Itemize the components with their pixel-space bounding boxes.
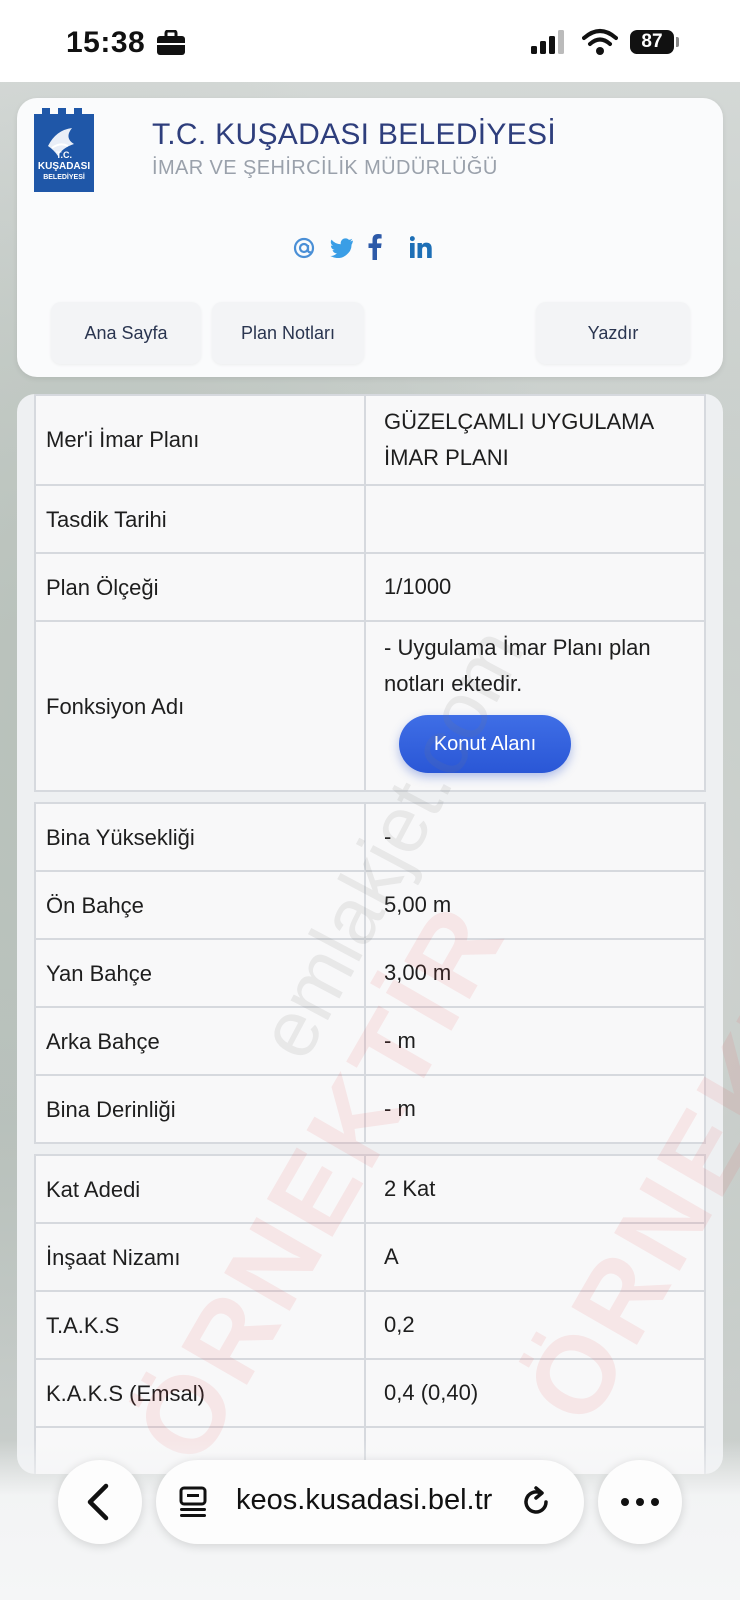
page-menu-icon[interactable] (178, 1486, 208, 1518)
briefcase-icon (157, 30, 185, 55)
row-value-line: İMAR PLANI (384, 445, 509, 470)
row-label: T.A.K.S (46, 1313, 120, 1338)
signal-icon (531, 30, 564, 54)
table-row: Yan Bahçe 3,00 m (34, 938, 706, 1008)
address-bar[interactable]: keos.kusadasi.bel.tr (156, 1460, 584, 1544)
row-label: Kat Adedi (46, 1177, 141, 1202)
row-label: Tasdik Tarihi (46, 507, 167, 532)
wifi-icon (582, 29, 618, 55)
row-label: Yan Bahçe (46, 961, 153, 986)
row-value: 2 Kat (384, 1176, 436, 1201)
row-label: Bina Yüksekliği (46, 825, 195, 850)
row-value: 0,4 (0,40) (384, 1380, 479, 1405)
row-label: Arka Bahçe (46, 1029, 160, 1054)
content-card: Mer'i İmar Planı GÜZELÇAMLI UYGULAMA İMA… (17, 394, 723, 1474)
column-divider (364, 1224, 366, 1290)
logo-text-line-2: KUŞADASI (37, 161, 91, 172)
row-value-line: notları ektedir. (384, 671, 523, 696)
back-button[interactable] (58, 1460, 142, 1544)
row-value: 0,2 (384, 1312, 415, 1337)
plan-notes-nav-button[interactable]: Plan Notları (212, 302, 364, 364)
table-row: İnşaat Nizamı A (34, 1222, 706, 1292)
row-value: 3,00 m (384, 960, 452, 985)
row-label: Bina Derinliği (46, 1097, 176, 1122)
column-divider (364, 1292, 366, 1358)
logo-text-line-1: T.C. (55, 150, 72, 160)
reload-icon[interactable] (520, 1486, 552, 1518)
row-value: 5,00 m (384, 892, 452, 917)
linkedin-icon[interactable] (410, 236, 432, 258)
more-options-button[interactable] (598, 1460, 682, 1544)
facebook-icon[interactable] (368, 234, 382, 260)
status-bar: 15:38 87 (0, 0, 740, 82)
table-row: Kat Adedi 2 Kat (34, 1154, 706, 1224)
row-value-line: - Uygulama İmar Planı plan (384, 635, 651, 660)
org-name: T.C. KUŞADASI BELEDİYESİ (152, 118, 556, 151)
row-label: Plan Ölçeği (46, 575, 159, 600)
row-value-line: GÜZELÇAMLI UYGULAMA (384, 409, 655, 434)
home-nav-button[interactable]: Ana Sayfa (51, 302, 201, 364)
chevron-left-icon (87, 1483, 109, 1521)
ellipsis-icon (621, 1498, 659, 1506)
org-subtitle: İMAR VE ŞEHİRCİLİK MÜDÜRLÜĞÜ (152, 157, 498, 179)
logo-text: T.C. KUŞADASI BELEDİYESİ (34, 150, 94, 183)
table-row: T.A.K.S 0,2 (34, 1290, 706, 1360)
row-label: K.A.K.S (Emsal) (46, 1381, 205, 1406)
column-divider (364, 554, 366, 620)
row-value: GÜZELÇAMLI UYGULAMA İMAR PLANI (384, 404, 694, 476)
battery-indicator: 87 (630, 30, 674, 54)
column-divider (364, 940, 366, 1006)
row-label: Mer'i İmar Planı (46, 427, 200, 452)
column-divider (364, 622, 366, 790)
battery-tip (676, 37, 679, 47)
column-divider (364, 872, 366, 938)
url-text: keos.kusadasi.bel.tr (236, 1484, 493, 1516)
row-label: Ön Bahçe (46, 893, 144, 918)
twitter-icon[interactable] (330, 238, 354, 258)
column-divider (364, 486, 366, 552)
table-row: K.A.K.S (Emsal) 0,4 (0,40) (34, 1358, 706, 1428)
table-row: Plan Ölçeği 1/1000 (34, 552, 706, 622)
konut-alani-button[interactable]: Konut Alanı (399, 715, 571, 773)
table-row: Fonksiyon Adı - Uygulama İmar Planı plan… (34, 620, 706, 792)
column-divider (364, 1156, 366, 1222)
row-value: - (384, 824, 392, 849)
column-divider (364, 1360, 366, 1426)
status-time: 15:38 (66, 26, 146, 59)
table-row: Mer'i İmar Planı GÜZELÇAMLI UYGULAMA İMA… (34, 394, 706, 486)
row-value: - m (384, 1096, 416, 1121)
table-row: Tasdik Tarihi (34, 484, 706, 554)
row-value: A (384, 1244, 399, 1269)
at-icon[interactable] (292, 236, 316, 260)
print-nav-button[interactable]: Yazdır (536, 302, 690, 364)
row-label: Fonksiyon Adı (46, 694, 185, 719)
row-value: - Uygulama İmar Planı plan notları ekted… (384, 630, 694, 702)
row-value: - m (384, 1028, 416, 1053)
column-divider (364, 804, 366, 870)
column-divider (364, 1008, 366, 1074)
column-divider (364, 1076, 366, 1142)
logo-text-line-3: BELEDİYESİ (43, 174, 85, 181)
table-row: Arka Bahçe - m (34, 1006, 706, 1076)
column-divider (364, 396, 366, 484)
table-row: Bina Derinliği - m (34, 1074, 706, 1144)
table-row: Ön Bahçe 5,00 m (34, 870, 706, 940)
table-row: Bina Yüksekliği - (34, 802, 706, 872)
row-label: İnşaat Nizamı (46, 1245, 181, 1270)
row-value: 1/1000 (384, 574, 452, 599)
